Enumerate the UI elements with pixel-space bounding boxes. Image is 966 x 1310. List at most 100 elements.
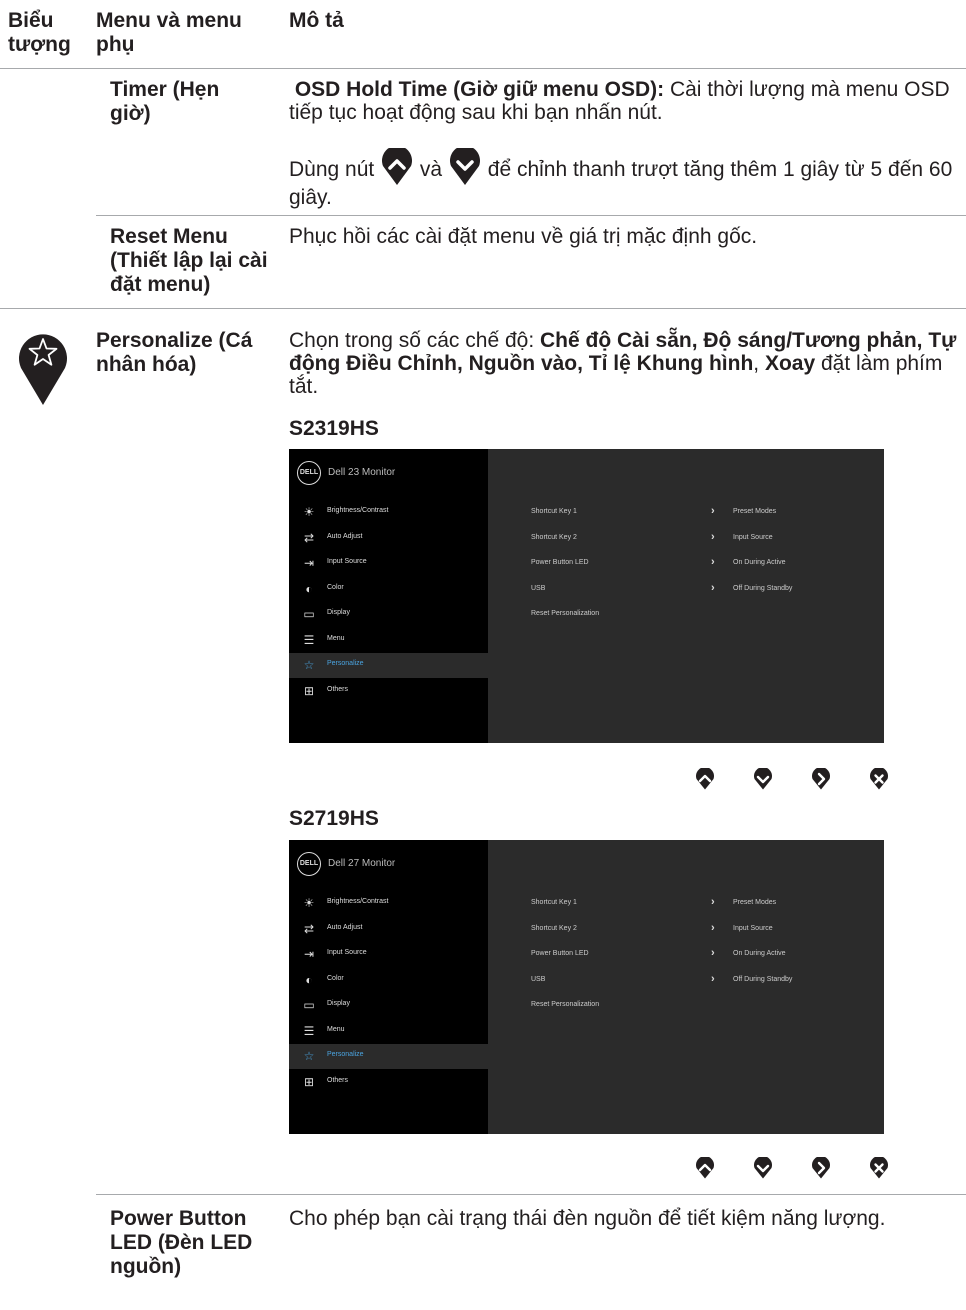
osd-setting-row[interactable]: Shortcut Key 1 › Preset Modes — [531, 896, 871, 913]
header-desc-col: Mô tả — [289, 9, 344, 32]
osd-menu-item[interactable]: ⊞ Others — [289, 1070, 488, 1095]
osd-menu-item[interactable]: ⇥ Input Source — [289, 551, 488, 576]
menu-icon: ☰ — [303, 1023, 315, 1038]
timer-description: OSD Hold Time (Giờ giữ menu OSD): Cài th… — [289, 78, 959, 124]
osd-setting-key: Shortcut Key 2 — [531, 924, 577, 932]
timer-rule — [96, 215, 966, 216]
osd-menu-item[interactable]: ☰ Menu — [289, 1019, 488, 1044]
others-icon: ⊞ — [303, 683, 315, 698]
osd-setting-row[interactable]: USB › Off During Standby — [531, 581, 871, 599]
osd-menu-item-label: Display — [327, 1000, 350, 1007]
osd-menu-item[interactable]: ☰ Menu — [289, 628, 488, 653]
personalize-desc-rotate: Xoay — [764, 352, 816, 375]
osd-menu-item[interactable]: ☀ Brightness/Contrast — [289, 891, 488, 916]
osd-setting-key: Shortcut Key 1 — [531, 899, 577, 906]
osd-menu-item[interactable]: ☀ Brightness/Contrast — [289, 500, 488, 525]
osd-menu-item-label: Display — [327, 609, 350, 616]
dell-logo: DELL — [297, 461, 321, 485]
osd-setting-value: On During Active — [733, 559, 786, 566]
chevron-right-icon: › — [711, 921, 715, 934]
osd-menu-item-label: Menu — [327, 634, 345, 642]
model-name: S2319HS — [289, 417, 379, 440]
brightness-icon: ☀ — [303, 896, 315, 910]
personalize-rule — [96, 1194, 966, 1195]
osd-menu-item-label: Input Source — [327, 949, 367, 956]
osd-setting-value: Preset Modes — [733, 508, 777, 515]
color-icon: ◐ — [305, 581, 313, 596]
menu-icon: ☰ — [303, 632, 315, 647]
osd-setting-row[interactable]: Shortcut Key 2 › Input Source — [531, 921, 871, 939]
osd-menu-item[interactable]: ⇄ Auto Adjust — [289, 917, 488, 942]
osd-setting-key: Reset Personalization — [531, 1001, 600, 1008]
osd-menu-item-label: Others — [327, 1076, 349, 1084]
osd-menu-item[interactable]: ▭ Display — [289, 993, 488, 1018]
osd-setting-key: Shortcut Key 1 — [531, 508, 577, 515]
down-button-icon — [449, 148, 480, 185]
timer-desc2-b: và — [414, 158, 448, 181]
down-button-icon[interactable] — [753, 768, 773, 790]
osd-setting-value: Off During Standby — [733, 584, 793, 592]
osd-setting-row[interactable]: Power Button LED › On During Active — [531, 556, 871, 573]
right-button-icon[interactable] — [811, 1157, 831, 1179]
osd-menu-item[interactable]: ☆ Personalize — [289, 653, 488, 678]
down-button-icon[interactable] — [753, 1157, 773, 1179]
osd-setting-key: USB — [531, 584, 546, 592]
close-button-icon[interactable] — [869, 1157, 889, 1179]
osd-menu-item[interactable]: ⇄ Auto Adjust — [289, 526, 488, 551]
chevron-right-icon: › — [711, 556, 715, 568]
up-button-icon[interactable] — [695, 1157, 715, 1179]
personalize-star-icon: ☆ — [303, 658, 315, 672]
chevron-right-icon: › — [711, 972, 715, 985]
close-button-icon[interactable] — [869, 768, 889, 790]
reset-rule — [0, 308, 966, 309]
osd-setting-row[interactable]: Reset Personalization — [531, 1001, 871, 1015]
auto-adjust-icon: ⇄ — [303, 530, 315, 545]
osd-screenshot: DELL Dell 23 Monitor ☀ Brightness/Contrast ⇄… — [289, 449, 884, 743]
input-source-icon: ⇥ — [303, 947, 315, 961]
personalize-desc-intro: Chọn trong số các chế độ: — [289, 329, 540, 352]
osd-nav-buttons — [695, 1157, 895, 1181]
osd-setting-row[interactable]: Power Button LED › On During Active — [531, 947, 871, 964]
reset-menu-description: Phục hồi các cài đặt menu về giá trị mặc… — [289, 225, 758, 248]
osd-menu-item[interactable]: ☆ Personalize — [289, 1044, 488, 1069]
osd-setting-row[interactable]: USB › Off During Standby — [531, 972, 871, 990]
osd-menu-item[interactable]: ▭ Display — [289, 602, 488, 627]
osd-screenshot: DELL Dell 27 Monitor ☀ Brightness/Contrast ⇄… — [289, 840, 884, 1134]
header-icon-col: Biểu tượng — [8, 9, 71, 56]
up-button-icon — [382, 148, 413, 185]
osd-menu-item[interactable]: ◐ Color — [289, 577, 488, 602]
timer-description-2: Dùng nút và để chỉnh thanh trượt tăng th… — [289, 148, 959, 209]
right-button-icon[interactable] — [811, 768, 831, 790]
brightness-icon: ☀ — [303, 505, 315, 519]
chevron-right-icon: › — [711, 896, 715, 908]
color-icon: ◐ — [305, 972, 313, 987]
up-button-icon[interactable] — [695, 768, 715, 790]
osd-menu-item-label: Input Source — [327, 558, 367, 565]
osd-setting-value: Input Source — [733, 924, 773, 932]
osd-setting-row[interactable]: Reset Personalization — [531, 610, 871, 624]
osd-menu-item[interactable]: ◐ Color — [289, 968, 488, 993]
chevron-right-icon: › — [711, 581, 715, 594]
osd-menu-item-label: Auto Adjust — [327, 923, 363, 931]
input-source-icon: ⇥ — [303, 556, 315, 570]
personalize-description: Chọn trong số các chế độ: Chế độ Cài sẵn… — [289, 329, 959, 398]
osd-setting-key: Power Button LED — [531, 559, 589, 566]
osd-setting-row[interactable]: Shortcut Key 2 › Input Source — [531, 530, 871, 548]
osd-menu-item[interactable]: ⊞ Others — [289, 679, 488, 704]
osd-setting-row[interactable]: Shortcut Key 1 › Preset Modes — [531, 505, 871, 522]
chevron-right-icon: › — [711, 947, 715, 959]
osd-menu-item[interactable]: ⇥ Input Source — [289, 942, 488, 967]
osd-menu-item-label: Others — [327, 685, 349, 693]
osd-menu-item-label: Personalize — [327, 660, 364, 667]
osd-nav-buttons — [695, 768, 895, 792]
osd-setting-value: Off During Standby — [733, 975, 793, 983]
power-led-description: Cho phép bạn cài trạng thái đèn nguồn để… — [289, 1207, 886, 1230]
osd-setting-key: Shortcut Key 2 — [531, 533, 577, 541]
star-icon — [19, 334, 67, 405]
chevron-right-icon: › — [711, 530, 715, 543]
display-icon: ▭ — [303, 607, 315, 621]
osd-title: Dell 27 Monitor — [328, 858, 396, 869]
osd-menu-item-label: Menu — [327, 1025, 345, 1033]
personalize-menu-label: Personalize (Cá nhân hóa) — [96, 329, 253, 376]
auto-adjust-icon: ⇄ — [303, 921, 315, 936]
